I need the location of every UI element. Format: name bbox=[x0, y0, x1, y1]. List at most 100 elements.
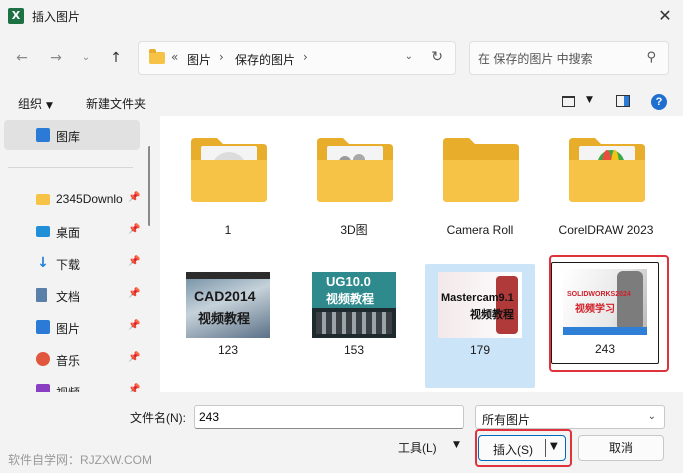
title-bar: X 插入图片 ✕ bbox=[0, 0, 683, 32]
pin-icon[interactable]: 📌 bbox=[128, 192, 140, 203]
sidebar-item-music[interactable]: 音乐 📌 bbox=[4, 344, 140, 374]
pin-icon[interactable]: 📌 bbox=[128, 320, 140, 331]
thumbnail-title: CAD2014 bbox=[194, 288, 256, 304]
folder-icon bbox=[191, 138, 267, 202]
folder-tile[interactable]: CorelDRAW 2023 bbox=[551, 120, 661, 244]
sidebar-divider bbox=[8, 167, 133, 168]
folder-icon bbox=[443, 138, 519, 202]
search-input[interactable] bbox=[478, 50, 638, 68]
sidebar-item-label: 视频 bbox=[56, 384, 80, 392]
chevron-down-icon: ⌄ bbox=[647, 411, 656, 422]
caret-down-icon: ▼ bbox=[46, 101, 53, 111]
thumbnail-title: UG10.0 bbox=[326, 274, 371, 289]
pin-icon[interactable]: 📌 bbox=[128, 224, 140, 235]
navigation-bar: ← → ⌄ ↑ « 图片 › 保存的图片 › ⌄ ↻ ⚲ bbox=[0, 36, 683, 80]
thumbnail-subtitle: 视频教程 bbox=[470, 309, 514, 321]
sidebar-item-pictures[interactable]: 图片 📌 bbox=[4, 312, 140, 342]
pictures-icon bbox=[36, 320, 50, 334]
music-icon bbox=[36, 352, 50, 366]
pin-icon[interactable]: 📌 bbox=[128, 288, 140, 299]
sidebar-item-label: 图库 bbox=[56, 130, 81, 144]
document-icon bbox=[36, 288, 47, 302]
sidebar-item-label: 2345Downlo bbox=[56, 192, 123, 206]
folder-icon bbox=[569, 138, 645, 202]
recent-locations-chevron-icon[interactable]: ⌄ bbox=[76, 48, 96, 68]
file-name: 179 bbox=[469, 343, 491, 357]
sidebar-item-label: 文档 bbox=[56, 290, 81, 304]
search-box[interactable]: ⚲ bbox=[469, 41, 669, 75]
breadcrumb-saved-pictures[interactable]: 保存的图片 bbox=[235, 51, 295, 68]
overflow-chevron-icon[interactable]: « bbox=[171, 50, 178, 64]
organize-menu[interactable]: 组织 ▼ bbox=[18, 95, 53, 112]
sidebar-item-documents[interactable]: 文档 📌 bbox=[4, 280, 140, 310]
folder-tile[interactable]: 1 bbox=[173, 120, 283, 244]
file-name: 1 bbox=[224, 223, 232, 237]
file-name: Camera Roll bbox=[446, 223, 514, 237]
back-arrow-icon[interactable]: ← bbox=[12, 48, 32, 68]
tools-caret-down-icon[interactable]: ▼ bbox=[453, 440, 460, 450]
sidebar-item-2345downloads[interactable]: 2345Downlo 📌 bbox=[4, 184, 140, 214]
address-bar[interactable]: « 图片 › 保存的图片 › ⌄ ↻ bbox=[138, 41, 456, 75]
sidebar-item-desktop[interactable]: 桌面 📌 bbox=[4, 216, 140, 246]
forward-arrow-icon[interactable]: → bbox=[46, 48, 66, 68]
navigation-pane: 图库 2345Downlo 📌 桌面 📌 ↓ 下载 📌 文档 📌 图片 📌 音乐… bbox=[0, 116, 150, 392]
help-icon[interactable]: ? bbox=[651, 94, 667, 110]
sidebar-item-label: 图片 bbox=[56, 322, 81, 336]
breadcrumb-separator-icon: › bbox=[219, 50, 224, 64]
sidebar-item-label: 下载 bbox=[56, 258, 81, 272]
breadcrumb-pictures[interactable]: 图片 bbox=[187, 51, 211, 68]
pin-icon[interactable]: 📌 bbox=[128, 384, 140, 392]
filetype-value: 所有图片 bbox=[482, 413, 531, 427]
annotation-highlight-box bbox=[549, 255, 669, 372]
search-icon[interactable]: ⚲ bbox=[646, 50, 656, 65]
image-tile[interactable]: CAD2014 视频教程 123 bbox=[173, 264, 283, 388]
thumbnail-subtitle: 视频教程 bbox=[326, 292, 375, 306]
folder-tile[interactable]: Camera Roll bbox=[425, 120, 535, 244]
download-icon: ↓ bbox=[37, 255, 49, 271]
thumbnail-title: Mastercam9.1 bbox=[441, 292, 514, 304]
gallery-icon bbox=[36, 128, 50, 142]
excel-app-icon: X bbox=[8, 8, 24, 24]
file-name: 153 bbox=[343, 343, 365, 357]
close-button[interactable]: ✕ bbox=[651, 3, 679, 29]
folder-tile[interactable]: 3D图 bbox=[299, 120, 409, 244]
view-caret-down-icon[interactable]: ▼ bbox=[586, 95, 593, 105]
sidebar-item-gallery[interactable]: 图库 bbox=[4, 120, 140, 150]
filetype-select[interactable]: 所有图片 ⌄ bbox=[475, 405, 665, 429]
thumbnail-subtitle: 视频教程 bbox=[198, 311, 251, 326]
folder-icon bbox=[36, 194, 50, 205]
organize-label: 组织 bbox=[18, 97, 43, 111]
folder-icon bbox=[149, 49, 165, 64]
pin-icon[interactable]: 📌 bbox=[128, 256, 140, 267]
image-tile[interactable]: UG10.0 视频教程 153 bbox=[299, 264, 409, 388]
sidebar-item-videos[interactable]: 视频 📌 bbox=[4, 376, 140, 392]
sidebar-item-downloads[interactable]: ↓ 下载 📌 bbox=[4, 248, 140, 278]
up-arrow-icon[interactable]: ↑ bbox=[106, 48, 126, 68]
pin-icon[interactable]: 📌 bbox=[128, 352, 140, 363]
view-options-icon[interactable] bbox=[562, 96, 575, 107]
new-folder-button[interactable]: 新建文件夹 bbox=[86, 95, 146, 112]
file-name: 3D图 bbox=[340, 223, 368, 237]
filename-input[interactable] bbox=[194, 405, 464, 429]
tools-menu[interactable]: 工具(L) bbox=[398, 439, 437, 456]
image-thumbnail: CAD2014 视频教程 bbox=[186, 272, 270, 338]
cancel-button[interactable]: 取消 bbox=[578, 435, 664, 461]
sidebar-item-label: 音乐 bbox=[56, 354, 81, 368]
desktop-icon bbox=[36, 226, 50, 237]
watermark-text: 软件自学网：RJZXW.COM bbox=[8, 453, 152, 467]
sidebar-scrollbar[interactable] bbox=[148, 146, 150, 226]
refresh-icon[interactable]: ↻ bbox=[431, 49, 443, 65]
window-title: 插入图片 bbox=[32, 10, 81, 24]
command-bar: 组织 ▼ 新建文件夹 bbox=[0, 88, 683, 116]
image-thumbnail: UG10.0 视频教程 bbox=[312, 272, 396, 338]
annotation-highlight-box bbox=[475, 429, 572, 467]
video-icon bbox=[36, 384, 50, 392]
breadcrumb-separator-icon: › bbox=[303, 50, 308, 64]
address-dropdown-icon[interactable]: ⌄ bbox=[405, 51, 413, 62]
preview-pane-icon[interactable] bbox=[616, 95, 630, 107]
image-tile[interactable]: Mastercam9.1 视频教程 179 bbox=[425, 264, 535, 388]
file-name: CorelDRAW 2023 bbox=[558, 223, 654, 237]
filename-label: 文件名(N): bbox=[130, 411, 186, 425]
dialog-footer: 文件名(N): 所有图片 ⌄ 工具(L) ▼ 插入(S) ▼ 取消 软件自学网：… bbox=[0, 392, 683, 473]
folder-icon bbox=[317, 138, 393, 202]
